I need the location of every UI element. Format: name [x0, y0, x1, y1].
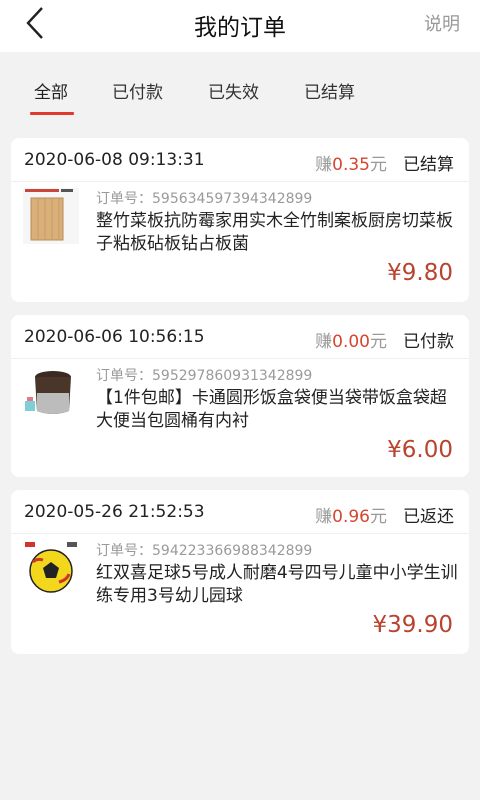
order-datetime: 2020-06-06 10:56:15 [24, 327, 205, 347]
football-image[interactable] [23, 540, 79, 596]
order-price: ¥9.80 [387, 260, 453, 286]
order-number: 订单号：595297860931342899 [96, 368, 313, 384]
tab-settled[interactable]: 已结算 [304, 78, 355, 103]
earn-unit: 元 [370, 155, 387, 175]
bamboo-cutting-board-image[interactable] [23, 188, 79, 244]
earn-unit: 元 [370, 332, 387, 352]
order-header: 2020-06-08 09:13:31 赚0.35元 已结算 [11, 138, 469, 182]
active-tab-indicator [30, 112, 74, 115]
order-status: 已结算 [403, 155, 454, 175]
earn-info: 赚0.00元 [315, 327, 387, 352]
earn-amount: 0.35 [332, 155, 370, 175]
earn-prefix: 赚 [315, 155, 333, 175]
order-card[interactable]: 2020-06-08 09:13:31 赚0.35元 已结算 订单号：59563… [11, 138, 469, 302]
page-title: 我的订单 [194, 15, 286, 41]
tab-expired[interactable]: 已失效 [208, 78, 259, 103]
order-card[interactable]: 2020-06-06 10:56:15 赚0.00元 已付款 订单号：59529… [11, 315, 469, 477]
tab-all[interactable]: 全部 [34, 78, 68, 103]
order-card[interactable]: 2020-05-26 21:52:53 赚0.96元 已返还 订单号：59422… [11, 490, 469, 654]
product-name: 【1件包邮】卡通圆形饭盒袋便当袋带饭盒袋超大便当包圆桶有内衬 [96, 388, 447, 431]
order-price: ¥6.00 [387, 437, 453, 463]
order-status: 已返还 [403, 507, 454, 527]
lunch-bag-image[interactable] [23, 363, 79, 419]
product-name: 整竹菜板抗防霉家用实木全竹制案板厨房切菜板子粘板砧板钻占板菌 [96, 211, 453, 254]
earn-info: 赚0.35元 [315, 150, 387, 175]
earn-prefix: 赚 [315, 507, 333, 527]
order-number: 订单号：594223366988342899 [96, 543, 313, 559]
earn-amount: 0.00 [332, 332, 370, 352]
top-bar: 我的订单 说明 [0, 0, 480, 52]
order-header: 2020-05-26 21:52:53 赚0.96元 已返还 [11, 490, 469, 534]
tab-paid[interactable]: 已付款 [112, 78, 163, 103]
earn-amount: 0.96 [332, 507, 370, 527]
earn-unit: 元 [370, 507, 387, 527]
order-status: 已付款 [403, 332, 454, 352]
order-tabs: 全部 已付款 已失效 已结算 [0, 52, 480, 124]
order-price: ¥39.90 [372, 612, 453, 638]
order-number: 订单号：595634597394342899 [96, 191, 313, 207]
order-header: 2020-06-06 10:56:15 赚0.00元 已付款 [11, 315, 469, 359]
earn-info: 赚0.96元 [315, 502, 387, 527]
explain-link[interactable]: 说明 [424, 10, 460, 36]
product-name: 红双喜足球5号成人耐磨4号四号儿童中小学生训练专用3号幼儿园球 [96, 563, 458, 606]
order-datetime: 2020-06-08 09:13:31 [24, 150, 205, 170]
earn-prefix: 赚 [315, 332, 333, 352]
order-datetime: 2020-05-26 21:52:53 [24, 502, 205, 522]
